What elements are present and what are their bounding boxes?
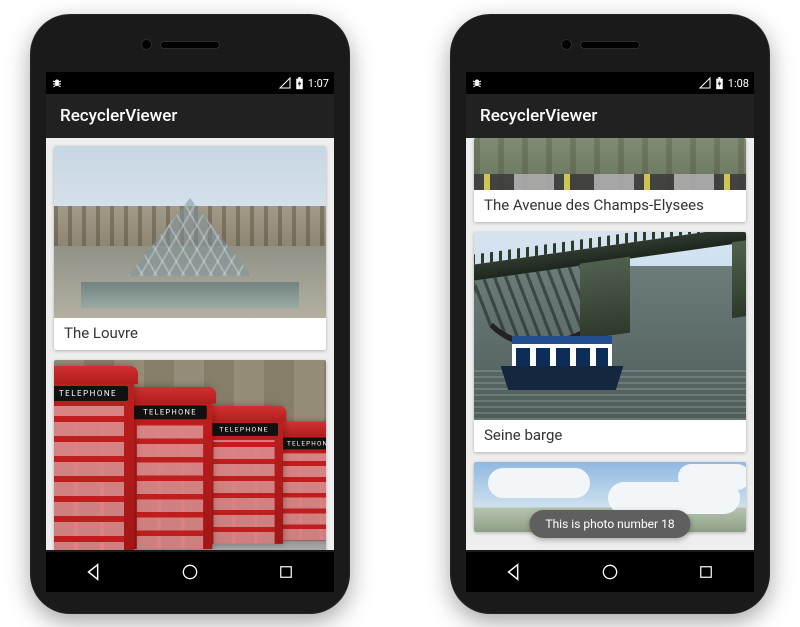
photo-card[interactable]: The Avenue des Champs-Elysees — [474, 138, 746, 222]
screen: 1:07 RecyclerViewer The Louvre — [46, 72, 334, 550]
front-camera — [562, 40, 571, 49]
recent-apps-button[interactable] — [691, 557, 721, 587]
photo-image: TELEPHONE TELEPHONE TELEPHONE TELEPHONE — [54, 360, 326, 550]
battery-charging-icon — [295, 77, 304, 90]
status-bar: 1:07 — [46, 72, 334, 94]
status-bar: 1:08 — [466, 72, 754, 94]
status-clock: 1:07 — [308, 77, 329, 90]
home-button[interactable] — [595, 557, 625, 587]
signal-icon — [279, 77, 291, 89]
earpiece — [581, 42, 639, 48]
recent-apps-button[interactable] — [271, 557, 301, 587]
photo-image — [474, 138, 746, 190]
back-button[interactable] — [79, 557, 109, 587]
phonebox-sign: TELEPHONE — [278, 438, 326, 450]
status-clock: 1:08 — [728, 77, 749, 90]
phonebox-sign: TELEPHONE — [210, 423, 278, 436]
debug-icon — [471, 77, 483, 89]
recycler-view[interactable]: The Avenue des Champs-Elysees — [466, 138, 754, 550]
photo-card[interactable]: TELEPHONE TELEPHONE TELEPHONE TELEPHONE — [54, 360, 326, 550]
device-frame-right: 1:08 RecyclerViewer The Avenue des Champ… — [450, 14, 770, 614]
device-frame-left: 1:07 RecyclerViewer The Louvre — [30, 14, 350, 614]
phonebox-sign: TELEPHONE — [54, 386, 128, 401]
battery-charging-icon — [715, 77, 724, 90]
screen: 1:08 RecyclerViewer The Avenue des Champ… — [466, 72, 754, 550]
app-bar: RecyclerViewer — [466, 94, 754, 138]
signal-icon — [699, 77, 711, 89]
toast-message: This is photo number 18 — [529, 510, 690, 538]
app-title: RecyclerViewer — [480, 106, 597, 126]
photo-card[interactable]: The Louvre — [54, 146, 326, 350]
debug-icon — [51, 77, 63, 89]
back-button[interactable] — [499, 557, 529, 587]
photo-image — [474, 232, 746, 420]
home-button[interactable] — [175, 557, 205, 587]
photo-caption: Seine barge — [474, 420, 746, 452]
app-bar: RecyclerViewer — [46, 94, 334, 138]
photo-caption: The Avenue des Champs-Elysees — [474, 190, 746, 222]
phonebox-sign: TELEPHONE — [133, 405, 207, 419]
photo-card[interactable]: Seine barge — [474, 232, 746, 452]
front-camera — [142, 40, 151, 49]
navigation-bar — [46, 552, 334, 592]
photo-caption: The Louvre — [54, 318, 326, 350]
app-title: RecyclerViewer — [60, 106, 177, 126]
recycler-view[interactable]: The Louvre TELEPHONE TELEPHONE TELEPHONE… — [46, 138, 334, 550]
photo-image — [54, 146, 326, 318]
earpiece — [161, 42, 219, 48]
navigation-bar — [466, 552, 754, 592]
